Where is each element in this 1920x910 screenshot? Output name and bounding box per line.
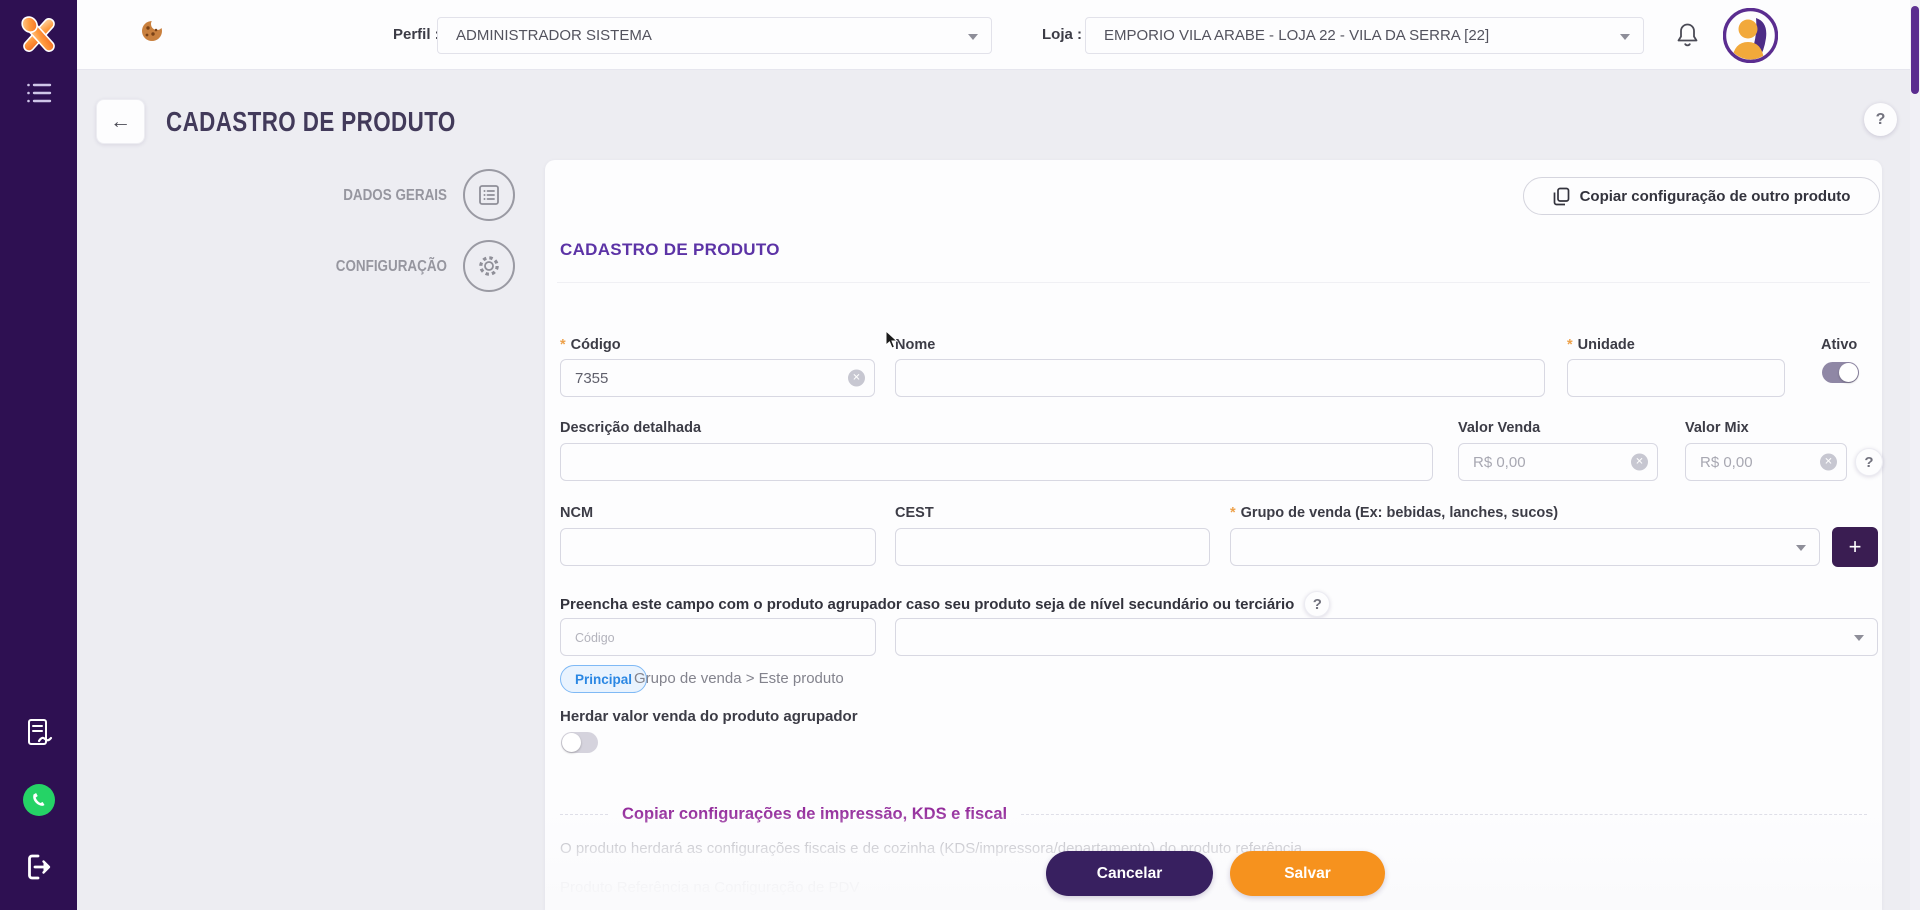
divider bbox=[560, 814, 608, 815]
copy-icon bbox=[1553, 187, 1570, 206]
grupo-venda-select[interactable] bbox=[1230, 528, 1820, 566]
app-logo-icon[interactable] bbox=[16, 12, 62, 63]
stepper-item-configuracao[interactable]: CONFIGURAÇÃO bbox=[206, 258, 447, 276]
section-title: Copiar configurações de impressão, KDS e… bbox=[622, 805, 1007, 824]
clear-icon[interactable]: ✕ bbox=[1631, 454, 1648, 471]
toggle-knob bbox=[1839, 363, 1858, 382]
cookie-icon bbox=[140, 18, 164, 47]
herdar-toggle[interactable] bbox=[561, 732, 598, 753]
avatar[interactable] bbox=[1723, 8, 1778, 63]
stepper-item-dados-gerais[interactable]: DADOS GERAIS bbox=[206, 187, 447, 205]
notifications-bell-icon[interactable] bbox=[1674, 21, 1701, 54]
valor-mix-help-button[interactable]: ? bbox=[1855, 448, 1883, 476]
cest-label: CEST bbox=[895, 505, 934, 521]
copy-config-label: Copiar configuração de outro produto bbox=[1580, 188, 1851, 205]
ncm-field-wrap bbox=[560, 528, 876, 566]
ncm-input[interactable] bbox=[560, 528, 876, 566]
configuracao-gear-icon[interactable] bbox=[463, 240, 515, 292]
chevron-down-icon bbox=[1620, 34, 1630, 40]
ativo-toggle[interactable] bbox=[1822, 362, 1859, 383]
perfil-select[interactable]: ADMINISTRADOR SISTEMA bbox=[437, 17, 992, 54]
perfil-label: Perfil : bbox=[393, 26, 440, 43]
valor-venda-input[interactable] bbox=[1458, 443, 1658, 481]
chevron-down-icon bbox=[1796, 545, 1806, 551]
ncm-label: NCM bbox=[560, 505, 593, 521]
ativo-label: Ativo bbox=[1821, 337, 1857, 353]
toggle-knob bbox=[562, 733, 581, 752]
valor-mix-field-wrap: ✕ bbox=[1685, 443, 1847, 481]
divider bbox=[557, 282, 1870, 283]
back-button[interactable]: ← bbox=[96, 99, 145, 144]
produto-referencia-label: Produto Referência na Configuração de PD… bbox=[560, 879, 859, 896]
loja-select[interactable]: EMPORIO VILA ARABE - LOJA 22 - VILA DA S… bbox=[1085, 17, 1644, 54]
agrupador-select[interactable] bbox=[895, 618, 1878, 656]
clear-icon[interactable]: ✕ bbox=[1820, 454, 1837, 471]
page-title: CADASTRO DE PRODUTO bbox=[166, 106, 456, 138]
loja-label: Loja : bbox=[1042, 26, 1082, 43]
descricao-input[interactable] bbox=[560, 443, 1433, 481]
divider bbox=[1021, 814, 1867, 815]
contract-document-icon[interactable] bbox=[23, 717, 55, 754]
loja-value: EMPORIO VILA ARABE - LOJA 22 - VILA DA S… bbox=[1104, 27, 1489, 44]
agrupador-helper-text: Preencha este campo com o produto agrupa… bbox=[560, 596, 1294, 613]
page-scrollbar bbox=[1910, 0, 1920, 910]
descricao-label: Descrição detalhada bbox=[560, 420, 701, 436]
scrollbar-thumb[interactable] bbox=[1911, 6, 1919, 94]
agrupador-codigo-input[interactable] bbox=[560, 618, 876, 656]
grupo-venda-label: *Grupo de venda (Ex: bebidas, lanches, s… bbox=[1230, 505, 1558, 521]
copy-config-button[interactable]: Copiar configuração de outro produto bbox=[1523, 177, 1880, 215]
chevron-down-icon bbox=[968, 34, 978, 40]
descricao-field-wrap bbox=[560, 443, 1433, 481]
nome-input[interactable] bbox=[895, 359, 1545, 397]
codigo-label: *Código bbox=[560, 337, 621, 353]
cancel-button[interactable]: Cancelar bbox=[1046, 851, 1213, 896]
section-divider-row: Copiar configurações de impressão, KDS e… bbox=[560, 805, 1867, 824]
nome-label: Nome bbox=[895, 337, 935, 353]
sidebar-bottom-icons bbox=[0, 717, 77, 910]
nome-field-wrap bbox=[895, 359, 1545, 397]
sidebar bbox=[0, 0, 77, 910]
agrupador-codigo-wrap bbox=[560, 618, 876, 656]
sidebar-menu-icon[interactable] bbox=[26, 81, 52, 110]
dados-gerais-form-icon[interactable] bbox=[463, 169, 515, 221]
agrupador-help-button[interactable]: ? bbox=[1304, 591, 1330, 617]
unidade-input[interactable] bbox=[1567, 359, 1785, 397]
valor-venda-field-wrap: ✕ bbox=[1458, 443, 1658, 481]
valor-mix-label: Valor Mix bbox=[1685, 420, 1749, 436]
valor-venda-label: Valor Venda bbox=[1458, 420, 1540, 436]
codigo-field-wrap: ✕ bbox=[560, 359, 875, 397]
product-form-card: Copiar configuração de outro produto CAD… bbox=[545, 160, 1882, 910]
clear-icon[interactable]: ✕ bbox=[848, 370, 865, 387]
cest-input[interactable] bbox=[895, 528, 1210, 566]
add-grupo-button[interactable]: + bbox=[1832, 527, 1878, 567]
logout-icon[interactable] bbox=[23, 851, 55, 888]
perfil-value: ADMINISTRADOR SISTEMA bbox=[456, 27, 652, 44]
unidade-label: *Unidade bbox=[1567, 337, 1635, 353]
chevron-down-icon bbox=[1854, 635, 1864, 641]
page-help-button[interactable]: ? bbox=[1864, 103, 1897, 136]
unidade-field-wrap bbox=[1567, 359, 1785, 397]
codigo-input[interactable] bbox=[560, 359, 875, 397]
herdar-label: Herdar valor venda do produto agrupador bbox=[560, 708, 858, 725]
form-heading: CADASTRO DE PRODUTO bbox=[560, 240, 780, 260]
grupo-path-text: Grupo de venda > Este produto bbox=[634, 670, 844, 687]
cest-field-wrap bbox=[895, 528, 1210, 566]
agrupador-helper: Preencha este campo com o produto agrupa… bbox=[560, 591, 1330, 617]
save-button[interactable]: Salvar bbox=[1230, 851, 1385, 896]
topbar: Perfil : ADMINISTRADOR SISTEMA Loja : EM… bbox=[77, 0, 1910, 70]
whatsapp-icon[interactable] bbox=[21, 782, 57, 823]
